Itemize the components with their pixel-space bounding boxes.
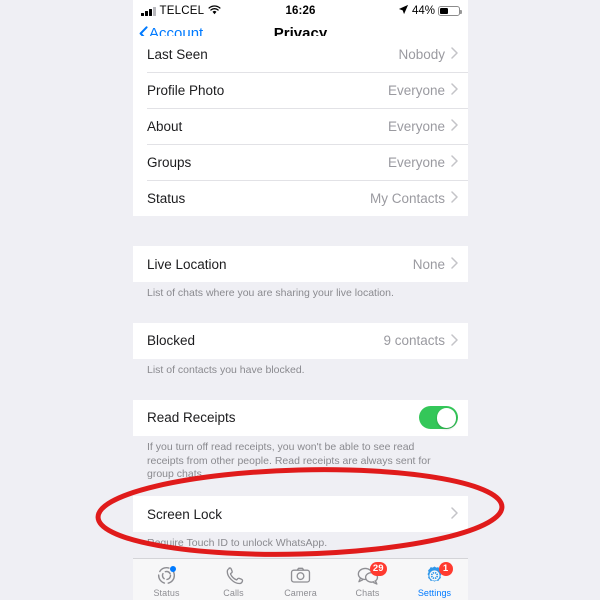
row-label: Last Seen — [147, 46, 208, 62]
location-arrow-icon — [398, 4, 409, 18]
chevron-right-icon — [451, 83, 458, 97]
row-label: Blocked — [147, 333, 196, 349]
tab-chats[interactable]: 29 Chats — [334, 559, 401, 600]
chevron-right-icon — [451, 47, 458, 61]
row-label: About — [147, 118, 183, 134]
row-value: 9 contacts — [383, 333, 445, 349]
tab-label: Status — [153, 587, 180, 598]
section-footer: Require Touch ID to unlock WhatsApp. — [147, 537, 328, 550]
read-receipts-group: Read Receipts — [133, 399, 468, 436]
live-location-group: Live Location None — [133, 246, 468, 282]
table-row[interactable]: Live Location None — [133, 246, 468, 282]
tab-settings[interactable]: 1 Settings — [401, 559, 468, 600]
row-value: Everyone — [387, 82, 445, 98]
read-receipts-toggle[interactable] — [419, 406, 458, 430]
row-label: Profile Photo — [147, 82, 225, 98]
toggle-knob — [436, 407, 457, 428]
table-row[interactable]: Blocked 9 contacts — [133, 322, 468, 359]
row-value: My Contacts — [369, 190, 445, 206]
battery-percent-label: 44% — [411, 5, 435, 17]
section-footer: If you turn off read receipts, you won't… — [147, 440, 431, 481]
table-row[interactable]: Read Receipts — [133, 399, 468, 436]
chats-badge: 29 — [369, 561, 387, 576]
row-label: Groups — [147, 154, 192, 170]
chevron-right-icon — [451, 191, 458, 205]
phone-screenshot-frame: TELCEL 16:26 44% Account Privacy Last Se… — [0, 0, 600, 600]
camera-icon — [288, 564, 314, 588]
row-label: Status — [147, 190, 186, 206]
phone-icon — [221, 564, 247, 588]
cellular-bars-icon — [141, 6, 156, 16]
row-label: Read Receipts — [147, 410, 236, 426]
row-value: None — [412, 256, 445, 272]
tab-label: Settings — [417, 587, 452, 598]
section-footer: List of contacts you have blocked. — [147, 363, 305, 376]
blocked-group: Blocked 9 contacts — [133, 322, 468, 359]
status-bar-right: 44% — [350, 4, 462, 18]
gear-icon: 1 — [422, 561, 453, 588]
table-row[interactable]: Status My Contacts — [133, 180, 468, 216]
table-row[interactable]: Groups Everyone — [133, 144, 468, 180]
chevron-right-icon — [451, 507, 458, 521]
row-label: Live Location — [147, 256, 227, 272]
screen-lock-group: Screen Lock — [133, 496, 468, 533]
tab-bar: Status Calls Camera 29 Chats 1 Settings — [133, 558, 468, 600]
settings-badge: 1 — [438, 561, 453, 576]
status-rings-icon — [154, 564, 180, 588]
tab-label: Calls — [223, 587, 244, 598]
status-bar: TELCEL 16:26 44% — [133, 0, 468, 22]
visibility-group: Last Seen Nobody Profile Photo Everyone … — [133, 36, 468, 216]
chevron-right-icon — [451, 119, 458, 133]
settings-list[interactable]: Last Seen Nobody Profile Photo Everyone … — [133, 36, 468, 558]
row-value: Nobody — [398, 46, 445, 62]
table-row[interactable]: About Everyone — [133, 108, 468, 144]
wifi-icon — [208, 4, 221, 18]
tab-status[interactable]: Status — [133, 559, 200, 600]
screen-lock-row[interactable]: Screen Lock — [133, 496, 468, 533]
status-unread-dot — [169, 565, 176, 572]
chat-bubbles-icon: 29 — [355, 561, 387, 588]
tab-calls[interactable]: Calls — [200, 559, 267, 600]
tab-label: Chats — [355, 587, 380, 598]
chevron-right-icon — [451, 257, 458, 271]
tab-camera[interactable]: Camera — [267, 559, 334, 600]
iphone-screen: TELCEL 16:26 44% Account Privacy Last Se… — [133, 0, 468, 600]
row-value: Everyone — [387, 118, 445, 134]
carrier-label: TELCEL — [159, 5, 205, 17]
chevron-right-icon — [451, 155, 458, 169]
table-row[interactable]: Last Seen Nobody — [133, 36, 468, 72]
status-bar-left: TELCEL — [141, 4, 251, 18]
clock-label: 16:26 — [285, 5, 316, 17]
chevron-right-icon — [451, 334, 458, 348]
tab-label: Camera — [284, 587, 317, 598]
battery-icon — [438, 5, 462, 17]
table-row[interactable]: Profile Photo Everyone — [133, 72, 468, 108]
section-footer: List of chats where you are sharing your… — [147, 287, 394, 299]
row-label: Screen Lock — [147, 506, 223, 522]
row-value: Everyone — [387, 154, 445, 170]
